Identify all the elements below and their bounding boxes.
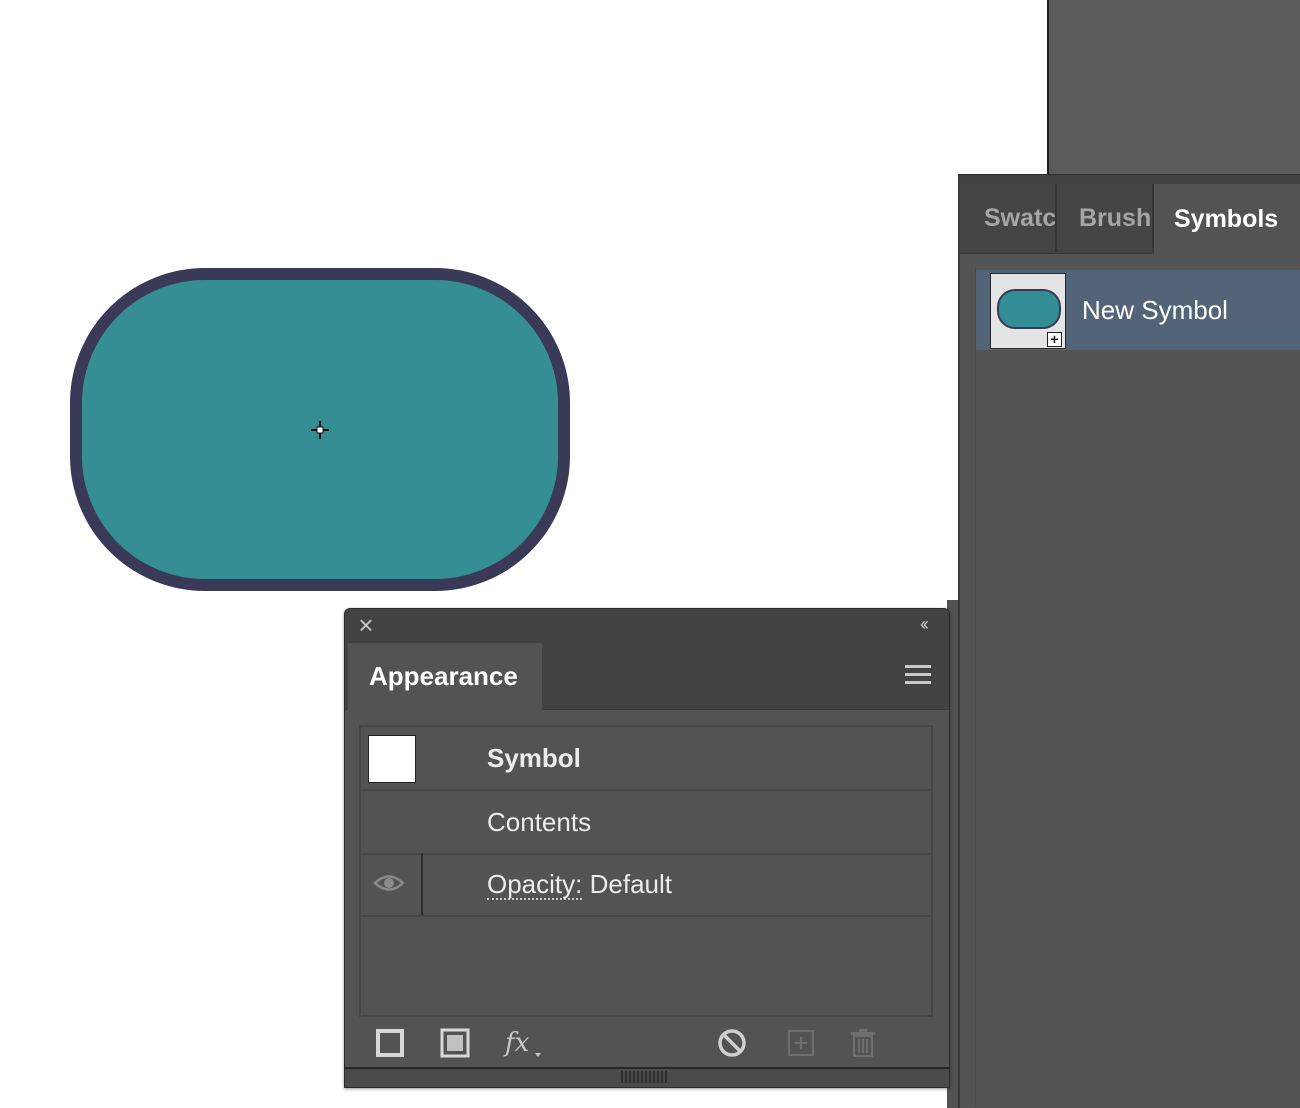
grip-lines-icon: [621, 1071, 669, 1083]
appearance-row-symbol[interactable]: Symbol: [361, 727, 931, 791]
row-label: Contents: [487, 807, 592, 837]
clear-appearance-icon[interactable]: [716, 1027, 748, 1059]
symbols-panel: Swatc Brush Symbols + New Symbol: [958, 174, 1300, 1108]
symbol-preview-shape: [997, 289, 1061, 329]
crosshair-icon: [311, 421, 329, 439]
fx-icon[interactable]: fx: [503, 1027, 545, 1059]
plus-badge-icon: +: [1047, 332, 1062, 347]
symbol-swatch: [368, 735, 416, 783]
eye-icon[interactable]: [373, 872, 405, 894]
visibility-divider: [421, 853, 423, 915]
tab-symbols[interactable]: Symbols: [1154, 184, 1300, 254]
row-label: Symbol: [487, 743, 581, 773]
opacity-row-text: Opacity: Default: [487, 853, 672, 915]
appearance-row-opacity[interactable]: Opacity: Default: [361, 853, 931, 917]
list-item[interactable]: + New Symbol: [976, 270, 1300, 350]
symbol-name: New Symbol: [1082, 295, 1228, 325]
symbols-panel-tabbar: Swatc Brush Symbols: [960, 175, 1300, 254]
close-icon[interactable]: ×: [355, 612, 377, 638]
appearance-panel: × ‹‹ Appearance Symbol Contents Opacity:…: [344, 608, 950, 1088]
appearance-row-contents[interactable]: Contents: [361, 791, 931, 855]
appearance-tabbar: Appearance: [345, 641, 949, 710]
tab-swatches[interactable]: Swatc: [960, 184, 1057, 252]
svg-text:fx: fx: [503, 1028, 530, 1058]
add-new-stroke-icon[interactable]: [374, 1027, 406, 1059]
symbol-list: + New Symbol: [975, 267, 1300, 1107]
symbol-thumbnail: +: [990, 273, 1066, 349]
collapse-icon[interactable]: ‹‹: [911, 613, 935, 635]
delete-item-icon[interactable]: [847, 1027, 879, 1059]
opacity-link[interactable]: Opacity:: [487, 870, 583, 900]
add-new-fill-icon[interactable]: [439, 1027, 471, 1059]
opacity-value: Default: [589, 869, 672, 899]
duplicate-item-icon[interactable]: [785, 1027, 817, 1059]
tab-appearance[interactable]: Appearance: [348, 643, 542, 710]
panel-titlebar[interactable]: × ‹‹: [345, 609, 949, 641]
appearance-attribute-list: Symbol Contents Opacity: Default: [359, 725, 933, 1017]
hamburger-menu-icon[interactable]: [905, 665, 933, 687]
resize-grip[interactable]: [345, 1067, 949, 1087]
tab-brushes[interactable]: Brush: [1059, 184, 1154, 252]
dark-workspace-area: [1047, 0, 1300, 174]
